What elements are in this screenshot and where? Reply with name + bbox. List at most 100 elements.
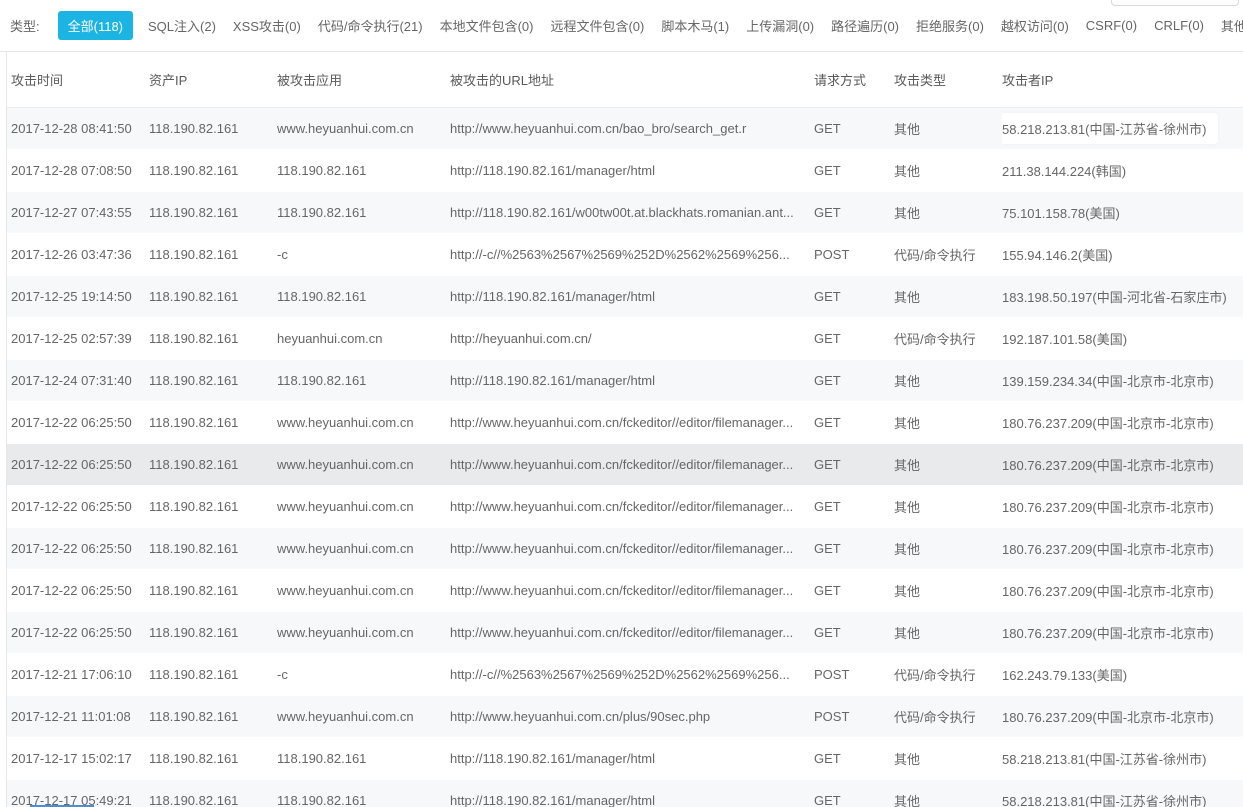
table-row[interactable]: 2017-12-28 08:41:50 118.190.82.161 www.h… bbox=[7, 107, 1243, 149]
cell-attacker-ip: 162.243.79.133(美国) bbox=[1002, 653, 1243, 695]
table-row[interactable]: 2017-12-26 03:47:36 118.190.82.161 -c ht… bbox=[7, 233, 1243, 275]
cell-attacked-url: http://-c//%2563%2567%2569%252D%2562%256… bbox=[450, 233, 814, 275]
cell-attacked-app: 118.190.82.161 bbox=[277, 359, 450, 401]
cell-request-method: GET bbox=[814, 569, 894, 611]
table-row[interactable]: 2017-12-17 05:49:21 118.190.82.161 118.1… bbox=[7, 779, 1243, 807]
filter-tab-5[interactable]: 远程文件包含(0) bbox=[548, 11, 646, 40]
cell-attack-type: 其他 bbox=[894, 275, 1002, 317]
cell-attack-time: 2017-12-25 02:57:39 bbox=[7, 317, 149, 359]
filter-tab-1[interactable]: SQL注入(2) bbox=[146, 11, 218, 40]
filter-tab-12[interactable]: CRLF(0) bbox=[1152, 13, 1206, 38]
table-row[interactable]: 2017-12-22 06:25:50 118.190.82.161 www.h… bbox=[7, 401, 1243, 443]
cell-attack-time: 2017-12-27 07:43:55 bbox=[7, 191, 149, 233]
cell-request-method: GET bbox=[814, 737, 894, 779]
filter-bar: 类型: 全部(118) SQL注入(2) XSS攻击(0) 代码/命令执行(21) 本地… bbox=[0, 0, 1243, 52]
table-row[interactable]: 2017-12-22 06:25:50 118.190.82.161 www.h… bbox=[7, 569, 1243, 611]
cell-asset-ip: 118.190.82.161 bbox=[149, 275, 277, 317]
cell-attacked-url: http://118.190.82.161/w00tw00t.at.blackh… bbox=[450, 191, 814, 233]
cell-attack-type: 其他 bbox=[894, 149, 1002, 191]
filter-tab-0[interactable]: 全部(118) bbox=[58, 11, 133, 40]
cell-attacked-app: www.heyuanhui.com.cn bbox=[277, 443, 450, 485]
cell-asset-ip: 118.190.82.161 bbox=[149, 737, 277, 779]
cell-attacked-url: http://www.heyuanhui.com.cn/fckeditor//e… bbox=[450, 485, 814, 527]
table-row[interactable]: 2017-12-22 06:25:50 118.190.82.161 www.h… bbox=[7, 485, 1243, 527]
cell-request-method: POST bbox=[814, 653, 894, 695]
cell-attack-time: 2017-12-17 15:02:17 bbox=[7, 737, 149, 779]
cell-request-method: GET bbox=[814, 149, 894, 191]
cell-request-method: GET bbox=[814, 527, 894, 569]
filter-tab-2[interactable]: XSS攻击(0) bbox=[231, 11, 303, 40]
cell-attack-type: 代码/命令执行 bbox=[894, 233, 1002, 275]
cell-attacked-url: http://118.190.82.161/manager/html bbox=[450, 149, 814, 191]
table-row[interactable]: 2017-12-25 02:57:39 118.190.82.161 heyua… bbox=[7, 317, 1243, 359]
cell-attacked-app: 118.190.82.161 bbox=[277, 191, 450, 233]
cell-attacker-ip: 155.94.146.2(美国) bbox=[1002, 233, 1243, 275]
cell-asset-ip: 118.190.82.161 bbox=[149, 653, 277, 695]
cell-attacker-ip: 180.76.237.209(中国-北京市-北京市) bbox=[1002, 443, 1243, 485]
cell-attack-type: 其他 bbox=[894, 737, 1002, 779]
filter-tab-9[interactable]: 拒绝服务(0) bbox=[914, 11, 986, 40]
cell-attacked-app: -c bbox=[277, 233, 450, 275]
filter-tab-7[interactable]: 上传漏洞(0) bbox=[744, 11, 816, 40]
cell-attacked-app: www.heyuanhui.com.cn bbox=[277, 527, 450, 569]
cell-attacked-url: http://118.190.82.161/manager/html bbox=[450, 737, 814, 779]
cell-request-method: POST bbox=[814, 695, 894, 737]
filter-tab-8[interactable]: 路径遍历(0) bbox=[829, 11, 901, 40]
col-header-attacked-url: 被攻击的URL地址 bbox=[450, 52, 814, 107]
filter-tab-10[interactable]: 越权访问(0) bbox=[999, 11, 1071, 40]
table-row[interactable]: 2017-12-22 06:25:50 118.190.82.161 www.h… bbox=[7, 443, 1243, 485]
cell-attack-type: 其他 bbox=[894, 191, 1002, 233]
cell-attacked-app: 118.190.82.161 bbox=[277, 149, 450, 191]
attack-log-table-wrap: 攻击时间 资产IP 被攻击应用 被攻击的URL地址 请求方式 攻击类型 攻击者I… bbox=[6, 52, 1243, 807]
cell-attack-type: 其他 bbox=[894, 401, 1002, 443]
cell-attacker-ip: 58.218.213.81(中国-江苏省-徐州市) bbox=[1002, 737, 1243, 779]
table-row[interactable]: 2017-12-22 06:25:50 118.190.82.161 www.h… bbox=[7, 527, 1243, 569]
table-row[interactable]: 2017-12-22 06:25:50 118.190.82.161 www.h… bbox=[7, 611, 1243, 653]
cell-attacker-ip: 75.101.158.78(美国) bbox=[1002, 191, 1243, 233]
filter-tab-13[interactable]: 其他(94) bbox=[1219, 11, 1243, 40]
table-row[interactable]: 2017-12-17 15:02:17 118.190.82.161 118.1… bbox=[7, 737, 1243, 779]
filter-tab-4[interactable]: 本地文件包含(0) bbox=[438, 11, 536, 40]
cell-asset-ip: 118.190.82.161 bbox=[149, 779, 277, 807]
cell-asset-ip: 118.190.82.161 bbox=[149, 401, 277, 443]
table-row[interactable]: 2017-12-28 07:08:50 118.190.82.161 118.1… bbox=[7, 149, 1243, 191]
cell-attacked-app: -c bbox=[277, 653, 450, 695]
table-row[interactable]: 2017-12-21 17:06:10 118.190.82.161 -c ht… bbox=[7, 653, 1243, 695]
cell-attacked-app: 118.190.82.161 bbox=[277, 779, 450, 807]
cell-attack-type: 其他 bbox=[894, 611, 1002, 653]
cell-asset-ip: 118.190.82.161 bbox=[149, 527, 277, 569]
cell-request-method: GET bbox=[814, 611, 894, 653]
filter-tab-6[interactable]: 脚本木马(1) bbox=[659, 11, 731, 40]
cell-attacker-ip: 211.38.144.224(韩国) bbox=[1002, 149, 1243, 191]
cell-attacker-ip: 180.76.237.209(中国-北京市-北京市) bbox=[1002, 695, 1243, 737]
table-row[interactable]: 2017-12-27 07:43:55 118.190.82.161 118.1… bbox=[7, 191, 1243, 233]
cell-attack-type: 其他 bbox=[894, 485, 1002, 527]
cell-attacked-app: 118.190.82.161 bbox=[277, 737, 450, 779]
cell-attacked-app: www.heyuanhui.com.cn bbox=[277, 611, 450, 653]
cell-attacked-url: http://118.190.82.161/manager/html bbox=[450, 359, 814, 401]
filter-tab-11[interactable]: CSRF(0) bbox=[1084, 13, 1139, 38]
table-row[interactable]: 2017-12-25 19:14:50 118.190.82.161 118.1… bbox=[7, 275, 1243, 317]
cell-attacked-url: http://118.190.82.161/manager/html bbox=[450, 275, 814, 317]
cell-attack-type: 代码/命令执行 bbox=[894, 695, 1002, 737]
cell-attacked-url: http://www.heyuanhui.com.cn/bao_bro/sear… bbox=[450, 107, 814, 149]
filter-tab-3[interactable]: 代码/命令执行(21) bbox=[316, 11, 425, 40]
cell-request-method: GET bbox=[814, 191, 894, 233]
cell-attack-type: 代码/命令执行 bbox=[894, 653, 1002, 695]
cell-attack-time: 2017-12-22 06:25:50 bbox=[7, 485, 149, 527]
cell-request-method: GET bbox=[814, 359, 894, 401]
table-row[interactable]: 2017-12-24 07:31:40 118.190.82.161 118.1… bbox=[7, 359, 1243, 401]
cell-attacked-url: http://www.heyuanhui.com.cn/fckeditor//e… bbox=[450, 401, 814, 443]
cell-attacked-url: http://www.heyuanhui.com.cn/plus/90sec.p… bbox=[450, 695, 814, 737]
cell-attacked-url: http://www.heyuanhui.com.cn/fckeditor//e… bbox=[450, 443, 814, 485]
cell-asset-ip: 118.190.82.161 bbox=[149, 485, 277, 527]
table-row[interactable]: 2017-12-21 11:01:08 118.190.82.161 www.h… bbox=[7, 695, 1243, 737]
cutoff-button-top-right[interactable] bbox=[1111, 0, 1239, 6]
cell-request-method: GET bbox=[814, 275, 894, 317]
cell-attack-time: 2017-12-26 03:47:36 bbox=[7, 233, 149, 275]
cell-asset-ip: 118.190.82.161 bbox=[149, 107, 277, 149]
attack-log-table: 攻击时间 资产IP 被攻击应用 被攻击的URL地址 请求方式 攻击类型 攻击者I… bbox=[7, 52, 1243, 807]
cell-asset-ip: 118.190.82.161 bbox=[149, 317, 277, 359]
filter-type-label: 类型: bbox=[10, 16, 40, 35]
cell-asset-ip: 118.190.82.161 bbox=[149, 191, 277, 233]
